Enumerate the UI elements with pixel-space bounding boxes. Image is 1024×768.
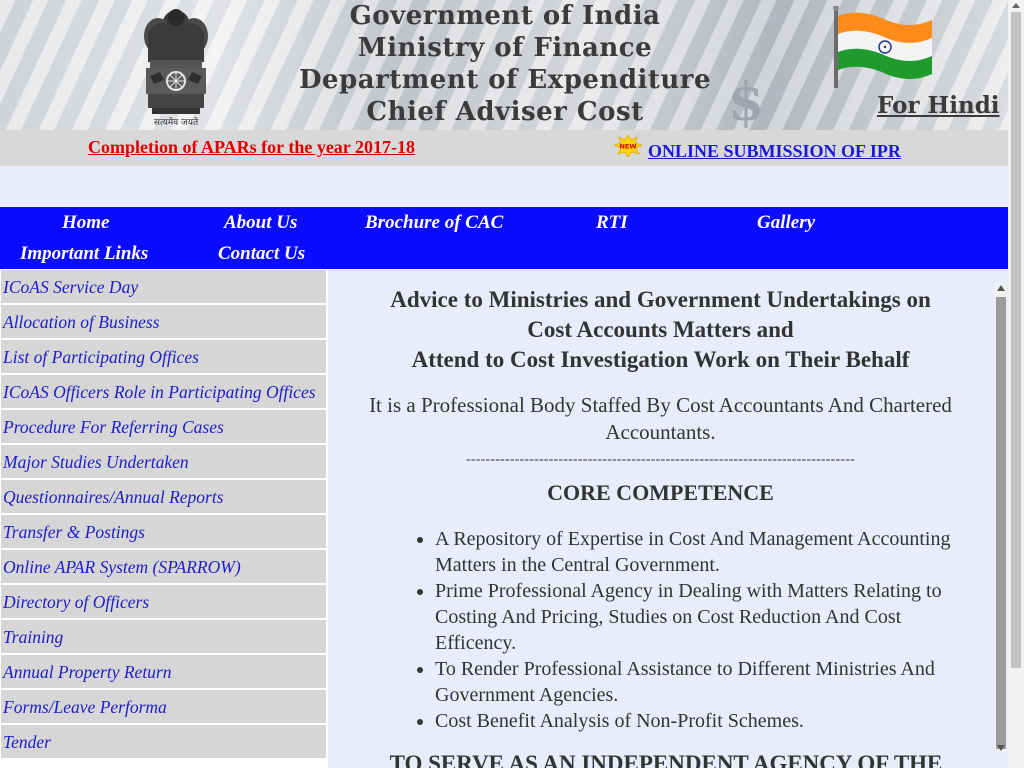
main-nav: Home About Us Brochure of CAC RTI Galler… — [0, 207, 1008, 269]
title-line-1: Government of India — [349, 1, 661, 31]
scroll-up-icon[interactable] — [997, 285, 1005, 291]
sidebar-item-tender[interactable]: Tender — [1, 725, 328, 758]
dashed-divider: ----------------------------------------… — [466, 452, 855, 467]
sidebar-item-label: Annual Property Return — [3, 662, 172, 682]
sidebar-item-label: Procedure For Referring Cases — [3, 417, 224, 437]
site-header: $ सत्यमेव जयते Government of India Minis… — [0, 0, 1008, 130]
sidebar-item-questionnaires[interactable]: Questionnaires/Annual Reports — [1, 480, 328, 513]
sidebar-item-label: Questionnaires/Annual Reports — [3, 487, 224, 507]
sidebar-item-label: List of Participating Offices — [3, 347, 199, 367]
heading-line-3: Attend to Cost Investigation Work on The… — [411, 347, 910, 372]
national-emblem-icon: सत्यमेव जयते — [134, 4, 218, 128]
sidebar-item-forms-leave[interactable]: Forms/Leave Performa — [1, 690, 328, 723]
sidebar-item-label: Tender — [3, 732, 51, 752]
notice-bar: Completion of APARs for the year 2017-18… — [0, 130, 1008, 166]
new-badge-text: NEW — [619, 143, 636, 151]
indian-flag-icon — [830, 5, 938, 88]
sidebar-item-label: Directory of Officers — [3, 592, 150, 612]
sidebar: ICoAS Service Day Allocation of Business… — [0, 269, 328, 768]
window-scrollbar[interactable] — [1008, 0, 1024, 768]
title-line-2: Ministry of Finance — [357, 33, 653, 63]
sidebar-item-label: ICoAS Officers Role in Participating Off… — [3, 382, 316, 402]
nav-important-links[interactable]: Important Links — [20, 243, 148, 265]
for-hindi-link[interactable]: For Hindi — [877, 92, 1000, 119]
sidebar-item-icoas-service-day[interactable]: ICoAS Service Day — [1, 270, 328, 303]
new-badge-icon: NEW — [612, 134, 644, 158]
sidebar-item-procedure-referring-cases[interactable]: Procedure For Referring Cases — [1, 410, 328, 443]
header-title: Government of India Ministry of Finance … — [250, 0, 760, 128]
nav-home[interactable]: Home — [62, 212, 110, 234]
sidebar-item-online-apar[interactable]: Online APAR System (SPARROW) — [1, 550, 328, 583]
list-item: Prime Professional Agency in Dealing wit… — [435, 578, 955, 656]
title-line-4: Chief Adviser Cost — [366, 97, 644, 127]
nav-about-us[interactable]: About Us — [224, 212, 297, 234]
heading-line-2: Cost Accounts Matters and — [527, 317, 794, 342]
window-scroll-up-icon[interactable] — [1012, 3, 1020, 8]
nav-contact-us[interactable]: Contact Us — [218, 243, 305, 265]
title-line-3: Department of Expenditure — [298, 65, 712, 95]
sidebar-item-officers-role[interactable]: ICoAS Officers Role in Participating Off… — [1, 375, 328, 408]
cut-off-heading: TO SERVE AS AN INDEPENDENT AGENCY OF THE — [389, 751, 943, 768]
sidebar-item-label: Forms/Leave Performa — [3, 697, 167, 717]
main-heading: Advice to Ministries and Government Unde… — [338, 285, 983, 375]
main-content: Advice to Ministries and Government Unde… — [328, 269, 1008, 768]
sidebar-item-label: Online APAR System (SPARROW) — [3, 557, 241, 577]
nav-brochure[interactable]: Brochure of CAC — [365, 212, 503, 234]
sidebar-item-label: Transfer & Postings — [3, 522, 145, 542]
core-competence-list: A Repository of Expertise in Cost And Ma… — [415, 526, 955, 734]
heading-line-1: Advice to Ministries and Government Unde… — [390, 287, 931, 312]
sidebar-item-label: Major Studies Undertaken — [3, 452, 189, 472]
sidebar-item-directory-of-officers[interactable]: Directory of Officers — [1, 585, 328, 618]
online-ipr-link[interactable]: ONLINE SUBMISSION OF IPR — [648, 141, 901, 162]
sidebar-item-label: Training — [3, 627, 64, 647]
sidebar-item-training[interactable]: Training — [1, 620, 328, 653]
core-competence-title: CORE COMPETENCE — [547, 480, 774, 505]
apar-completion-link[interactable]: Completion of APARs for the year 2017-18 — [88, 137, 415, 158]
sidebar-item-annual-property-return[interactable]: Annual Property Return — [1, 655, 328, 688]
list-item: A Repository of Expertise in Cost And Ma… — [435, 526, 955, 578]
nav-gallery[interactable]: Gallery — [757, 212, 815, 234]
list-item: Cost Benefit Analysis of Non-Profit Sche… — [435, 708, 955, 734]
sidebar-item-label: ICoAS Service Day — [3, 277, 139, 297]
sidebar-item-allocation-of-business[interactable]: Allocation of Business — [1, 305, 328, 338]
emblem-motto: सत्यमेव जयते — [153, 118, 199, 128]
main-subtext: It is a Professional Body Staffed By Cos… — [369, 393, 952, 444]
scroll-thumb[interactable] — [996, 297, 1006, 749]
sidebar-item-transfer-postings[interactable]: Transfer & Postings — [1, 515, 328, 548]
sidebar-item-participating-offices[interactable]: List of Participating Offices — [1, 340, 328, 373]
nav-rti[interactable]: RTI — [596, 212, 628, 234]
sidebar-item-major-studies[interactable]: Major Studies Undertaken — [1, 445, 328, 478]
sidebar-item-label: Allocation of Business — [3, 312, 160, 332]
spacer-band — [0, 166, 1008, 207]
list-item: To Render Professional Assistance to Dif… — [435, 656, 955, 708]
content-scrollbar[interactable] — [995, 283, 1007, 753]
scroll-down-icon[interactable] — [997, 745, 1005, 751]
window-scroll-thumb[interactable] — [1011, 12, 1021, 668]
